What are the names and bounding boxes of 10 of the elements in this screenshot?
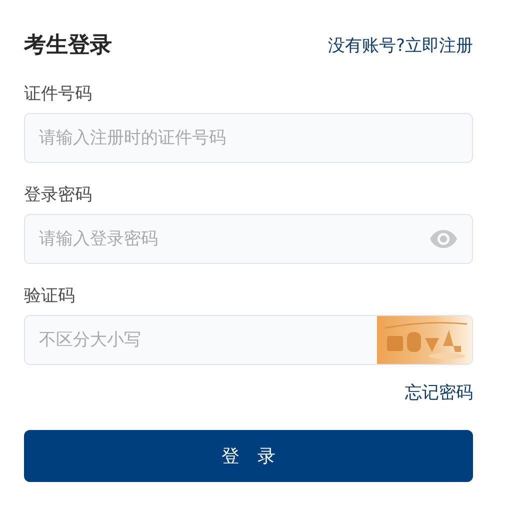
input-field[interactable]: 请输入登录密码 xyxy=(24,214,473,264)
form-title: 考生登录 xyxy=(24,32,112,60)
field-label: 验证码 xyxy=(24,285,76,307)
field-label: 证件号码 xyxy=(24,83,93,105)
input-field[interactable]: 请输入注册时的证件号码 xyxy=(24,113,473,163)
field-label: 登录密码 xyxy=(24,184,93,206)
register-link[interactable]: 没有账号?立即注册 xyxy=(328,34,473,56)
login-button[interactable]: 登 录 xyxy=(24,430,473,482)
eye-icon[interactable] xyxy=(430,230,457,248)
forgot-password-link[interactable]: 忘记密码 xyxy=(405,381,473,404)
